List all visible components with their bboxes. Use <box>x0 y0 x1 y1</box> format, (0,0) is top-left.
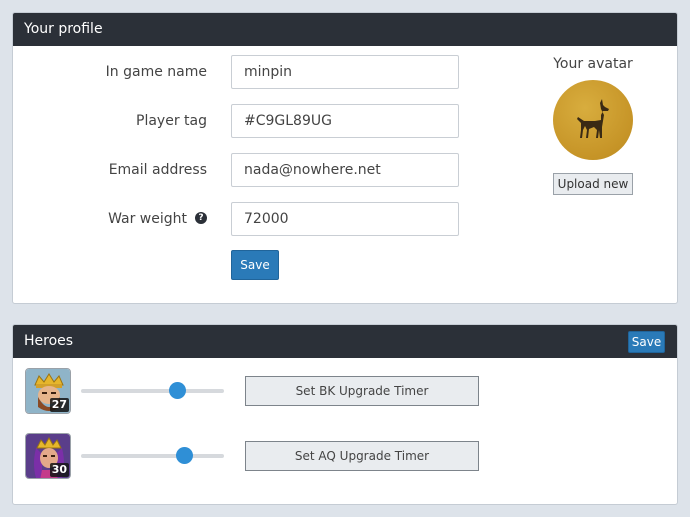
bk-upgrade-timer-button[interactable]: Set BK Upgrade Timer <box>245 376 479 406</box>
war-weight-label: War weight <box>108 211 187 227</box>
heroes-panel-header: Heroes Save <box>13 325 677 358</box>
heroes-panel: Heroes Save 27 Set BK Upgrade Timer 30 S… <box>12 324 678 505</box>
hero-level-badge: 30 <box>49 463 69 477</box>
archer-queen-icon: 30 <box>25 433 71 479</box>
profile-panel-title: Your profile <box>24 21 103 37</box>
ign-label: In game name <box>105 64 207 80</box>
war-weight-label-wrap: War weight? <box>13 202 207 236</box>
profile-save-button[interactable]: Save <box>231 250 279 280</box>
player-tag-label: Player tag <box>136 113 207 129</box>
email-input[interactable] <box>231 153 459 187</box>
bk-slider-handle[interactable] <box>168 382 186 399</box>
profile-panel-header: Your profile <box>13 13 677 46</box>
upload-avatar-button[interactable]: Upload new <box>553 173 633 195</box>
avatar <box>553 80 633 160</box>
bk-level-slider[interactable] <box>81 382 224 399</box>
profile-panel: Your profile In game name Player tag Ema… <box>12 12 678 304</box>
heroes-save-button[interactable]: Save <box>628 331 665 353</box>
question-circle-icon[interactable]: ? <box>195 212 207 224</box>
barbarian-king-icon: 27 <box>25 368 71 414</box>
war-weight-input[interactable] <box>231 202 459 236</box>
aq-slider-handle[interactable] <box>175 447 193 464</box>
heroes-panel-title: Heroes <box>24 333 74 349</box>
doberman-silhouette-icon <box>577 99 609 138</box>
player-tag-input[interactable] <box>231 104 459 138</box>
email-label: Email address <box>108 162 207 178</box>
ign-input[interactable] <box>231 55 459 89</box>
aq-level-slider[interactable] <box>81 447 224 464</box>
hero-row-bk: 27 Set BK Upgrade Timer <box>25 368 665 416</box>
aq-upgrade-timer-button[interactable]: Set AQ Upgrade Timer <box>245 441 479 471</box>
avatar-title: Your avatar <box>553 56 633 72</box>
hero-level-badge: 27 <box>49 398 69 412</box>
hero-row-aq: 30 Set AQ Upgrade Timer <box>25 433 665 481</box>
